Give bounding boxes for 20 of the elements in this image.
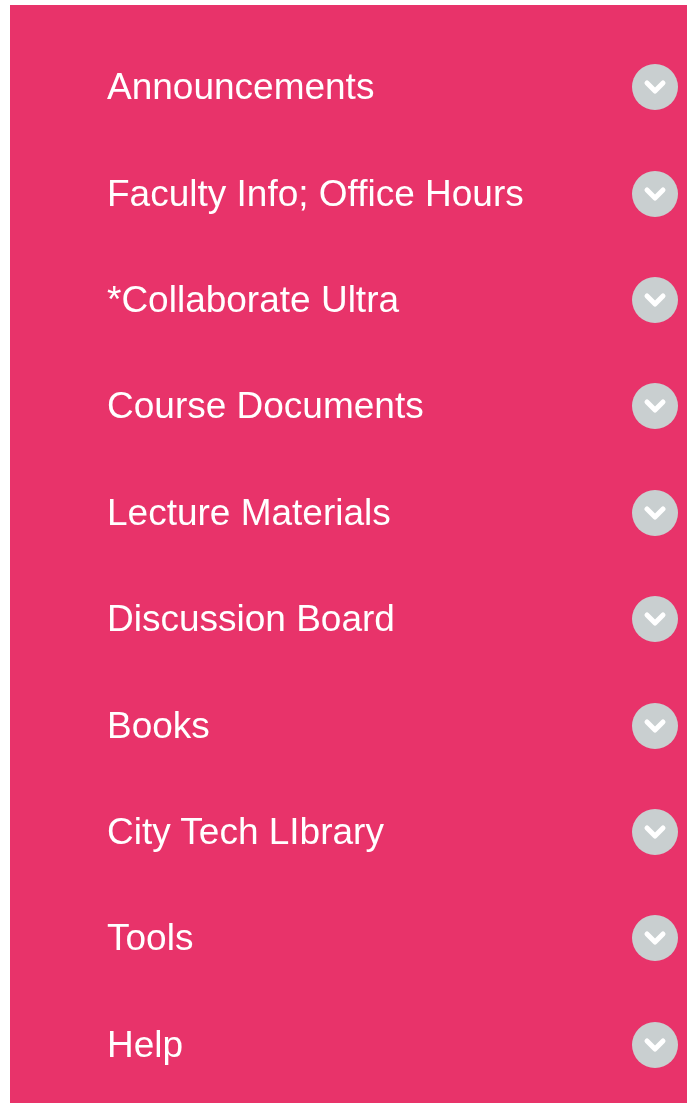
chevron-down-icon[interactable] (632, 489, 678, 536)
menu-item[interactable]: Discussion Board (107, 598, 632, 641)
chevron-down-icon[interactable] (632, 170, 678, 217)
menu-item[interactable]: *Collaborate Ultra (107, 278, 632, 321)
menu-item[interactable]: Help (107, 1023, 632, 1066)
menu-item[interactable]: Faculty Info; Office Hours (107, 172, 632, 215)
chevron-down-icon[interactable] (632, 276, 678, 323)
menu-item[interactable]: Books (107, 704, 632, 747)
chevron-down-icon[interactable] (632, 702, 678, 749)
chevron-down-icon[interactable] (632, 64, 678, 111)
chevron-down-icon[interactable] (632, 596, 678, 643)
menu-item[interactable]: Announcements (107, 66, 632, 109)
chevron-down-icon[interactable] (632, 1021, 678, 1068)
menu-item[interactable]: Course Documents (107, 385, 632, 428)
menu-item[interactable]: City Tech LIbrary (107, 810, 632, 853)
chevron-down-icon[interactable] (632, 383, 678, 430)
menu-item[interactable]: Tools (107, 917, 632, 960)
menu-item[interactable]: Lecture Materials (107, 491, 632, 534)
chevron-down-icon[interactable] (632, 915, 678, 962)
chevron-down-icon[interactable] (632, 808, 678, 855)
